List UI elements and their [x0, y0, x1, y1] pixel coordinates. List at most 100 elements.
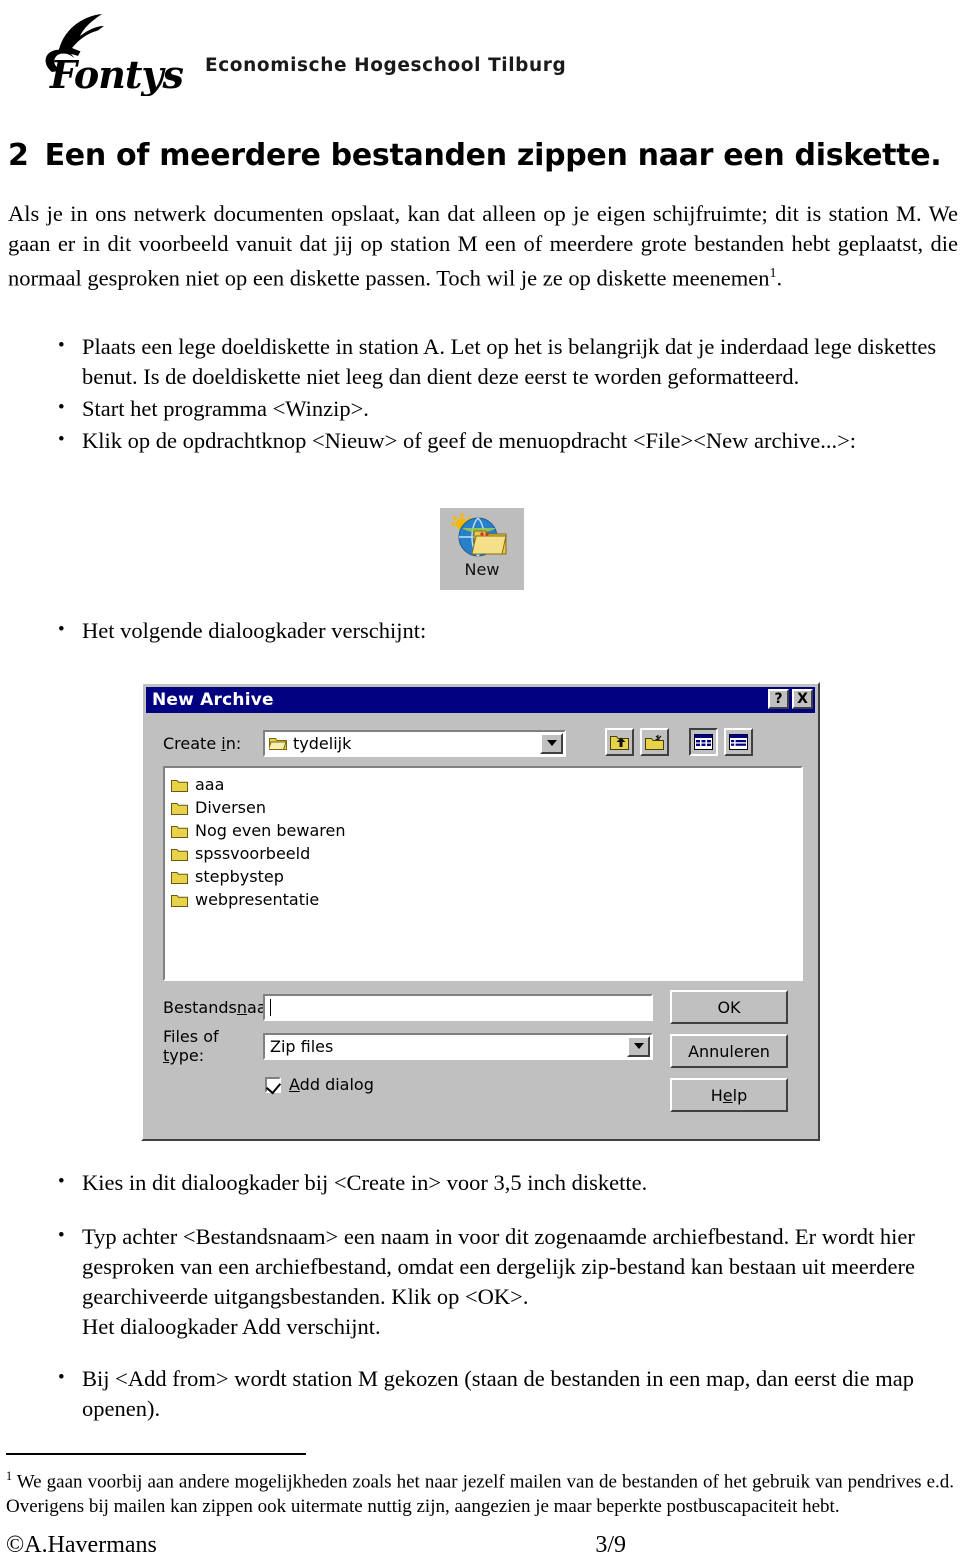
bullet-list-bottom-1: Kies in dit dialoogkader bij <Create in>… — [40, 1167, 952, 1344]
filetype-combobox[interactable]: Zip files — [263, 1032, 653, 1060]
section-number: 2 — [8, 138, 29, 174]
help-button-accel: e — [722, 1085, 733, 1105]
create-in-label-pre: Create — [163, 733, 222, 753]
list-item[interactable]: Diversen — [171, 796, 801, 819]
section-title-text: Een of meerdere bestanden zippen naar ee… — [44, 138, 942, 174]
dialog-title: New Archive — [152, 690, 274, 710]
close-icon-button[interactable]: X — [792, 689, 813, 709]
folder-name: webpresentatie — [195, 890, 320, 909]
filename-input[interactable] — [263, 993, 653, 1021]
bullet-list-mid: Het volgende dialoogkader verschijnt: — [40, 615, 952, 648]
titlebar-buttons: ? X — [768, 689, 813, 709]
add-dialog-label: Add dialog — [289, 1075, 374, 1094]
filetype-row: Files of type: Zip files — [163, 1027, 723, 1065]
filename-label-pre: Bestands — [163, 997, 237, 1017]
list-item[interactable]: aaa — [171, 773, 801, 796]
list-item: Plaats een lege doeldiskette in station … — [40, 331, 952, 392]
list-item[interactable]: spssvoorbeeld — [171, 842, 801, 865]
filename-label: Bestandsnaam: — [163, 997, 288, 1017]
add-dialog-checkbox-row[interactable]: Add dialog — [265, 1075, 374, 1094]
help-button-post: lp — [732, 1085, 748, 1105]
up-one-level-glyph — [610, 735, 629, 750]
page-number: 3/9 — [595, 1532, 626, 1558]
filetype-label: Files of type: — [163, 1027, 263, 1065]
winzip-new-toolbar-button[interactable]: New — [440, 508, 524, 590]
help-icon-button[interactable]: ? — [768, 689, 789, 709]
fontys-logo: Fontys — [28, 8, 208, 96]
intro-tail: . — [776, 265, 783, 290]
ok-button[interactable]: OK — [670, 990, 788, 1024]
intro-text: Als je in ons netwerk documenten opslaat… — [8, 200, 958, 291]
open-folder-icon — [269, 737, 287, 750]
page-footer: ©A.Havermans 3/9 — [6, 1532, 626, 1559]
filetype-dropdown-button[interactable] — [627, 1035, 650, 1057]
footnote-text: 1 We gaan voorbij aan andere mogelijkhed… — [6, 1464, 954, 1519]
help-button-pre: H — [710, 1085, 723, 1105]
chevron-down-icon — [633, 1043, 644, 1049]
new-archive-dialog: New Archive ? X Create in: tydelijk aaa … — [141, 682, 820, 1141]
list-view-icon[interactable] — [689, 728, 718, 756]
chevron-down-icon — [546, 740, 557, 746]
folder-listbox[interactable]: aaa Diversen Nog even bewaren spssvoorbe… — [163, 766, 803, 981]
filetype-label-post: ype: — [169, 1046, 205, 1065]
add-dialog-checkbox[interactable] — [265, 1076, 281, 1093]
folder-name: aaa — [195, 775, 225, 794]
bullet-list-bottom-2: Bij <Add from> wordt station M gekozen (… — [40, 1363, 952, 1426]
cancel-button[interactable]: Annuleren — [670, 1034, 788, 1068]
list-view-glyph — [694, 734, 713, 750]
details-view-icon[interactable] — [724, 728, 753, 756]
list-item: Typ achter <Bestandsnaam> een naam in vo… — [40, 1221, 952, 1342]
add-dialog-label-post: dd dialog — [299, 1075, 374, 1094]
text-caret — [270, 998, 271, 1016]
folder-icon — [171, 779, 188, 792]
create-new-folder-glyph — [645, 734, 664, 750]
list-item[interactable]: Nog even bewaren — [171, 819, 801, 842]
footnote-body: We gaan voorbij aan andere mogelijkheden… — [6, 1471, 954, 1518]
create-new-folder-icon[interactable] — [640, 728, 669, 756]
new-button-label: New — [464, 560, 500, 579]
folder-name: spssvoorbeeld — [195, 844, 311, 863]
logo-subtitle: Economische Hogeschool Tilburg — [205, 55, 567, 76]
create-in-combobox[interactable]: tydelijk — [263, 729, 566, 757]
list-item-extra: Het dialoogkader Add verschijnt. — [82, 1314, 381, 1339]
list-item: Klik op de opdrachtknop <Nieuw> of geef … — [40, 425, 952, 456]
filetype-value: Zip files — [270, 1036, 334, 1056]
fontys-logo-svg: Fontys — [45, 14, 185, 96]
dialog-titlebar[interactable]: New Archive ? X — [146, 687, 815, 713]
folder-icon — [171, 802, 188, 815]
filename-label-accel: n — [236, 997, 248, 1017]
folder-name: Nog even bewaren — [195, 821, 346, 840]
filename-row: Bestandsnaam: — [163, 993, 723, 1021]
folder-icon — [171, 825, 188, 838]
dialog-toolbar — [605, 728, 753, 756]
page-header: Fontys Economische Hogeschool Tilburg — [0, 0, 960, 104]
list-item[interactable]: stepbystep — [171, 865, 801, 888]
page-title: 2 Een of meerdere bestanden zippen naar e… — [8, 138, 952, 173]
details-view-glyph — [729, 734, 748, 750]
intro-paragraph: Als je in ons netwerk documenten opslaat… — [8, 199, 958, 294]
help-button[interactable]: He lp — [670, 1078, 788, 1112]
svg-text:Fontys: Fontys — [49, 52, 184, 96]
add-dialog-label-accel: A — [289, 1075, 300, 1094]
list-item[interactable]: webpresentatie — [171, 888, 801, 911]
folder-icon — [171, 848, 188, 861]
list-item-text: Typ achter <Bestandsnaam> een naam in vo… — [82, 1224, 915, 1309]
copyright-text: ©A.Havermans — [6, 1532, 157, 1558]
filetype-label-pre: Files of — [163, 1027, 219, 1046]
create-in-dropdown-button[interactable] — [540, 732, 563, 754]
folder-name: Diversen — [195, 798, 266, 817]
footnote-ref: 1 — [769, 265, 777, 281]
folder-name: stepbystep — [195, 867, 284, 886]
list-item: Kies in dit dialoogkader bij <Create in>… — [40, 1167, 952, 1198]
list-item: Start het programma <Winzip>. — [40, 393, 952, 424]
folder-icon — [171, 871, 188, 884]
create-in-value: tydelijk — [293, 733, 352, 753]
create-in-label-post: n: — [225, 733, 242, 753]
create-in-label: Create in: — [163, 734, 263, 753]
bullet-list-top: Plaats een lege doeldiskette in station … — [40, 331, 952, 458]
footnote-separator — [6, 1453, 306, 1455]
list-item: Bij <Add from> wordt station M gekozen (… — [40, 1363, 952, 1424]
up-one-level-icon[interactable] — [605, 728, 634, 756]
folder-icon — [171, 894, 188, 907]
